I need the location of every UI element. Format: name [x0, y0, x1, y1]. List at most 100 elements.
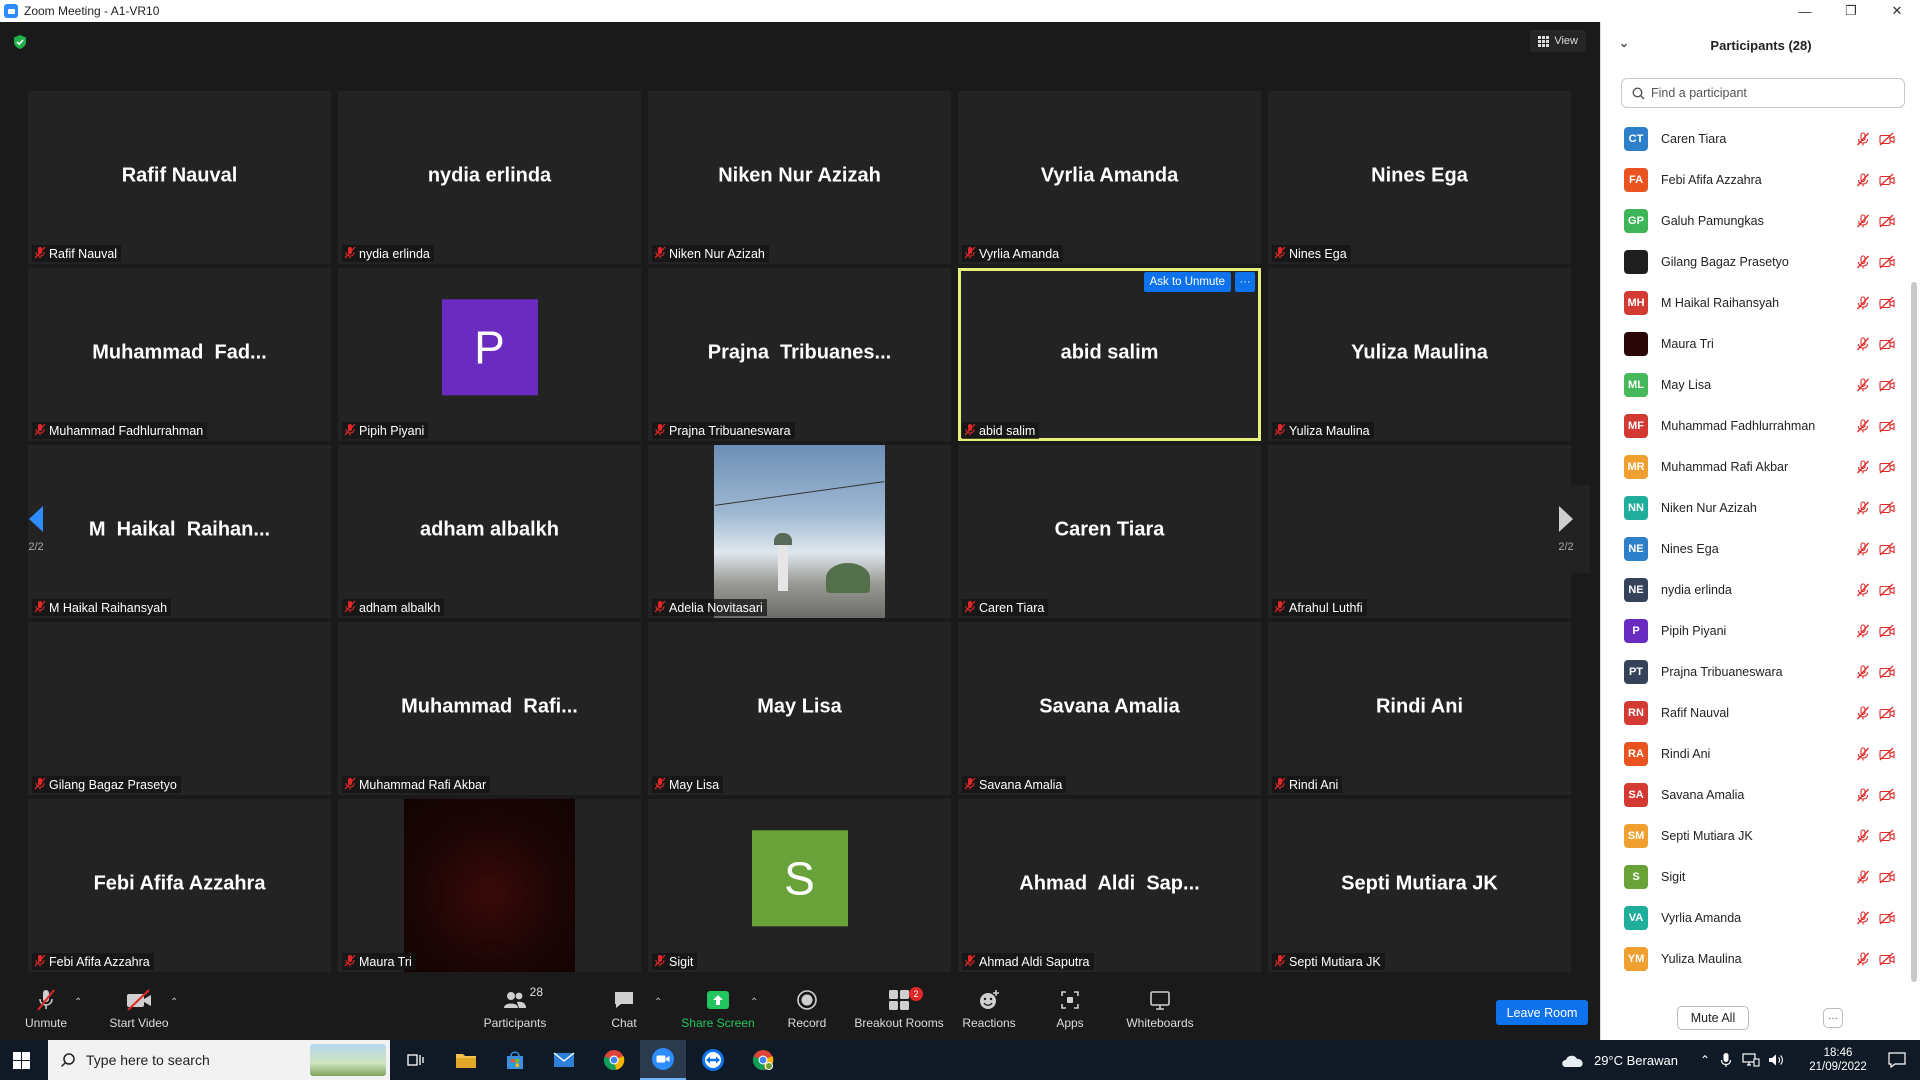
participant-row[interactable]: SA Savana Amalia: [1601, 774, 1909, 815]
ask-to-unmute-button[interactable]: Ask to Unmute: [1143, 272, 1231, 292]
participants-button[interactable]: 28 Participants: [478, 977, 552, 1040]
video-tile[interactable]: P Pipih Piyani: [338, 268, 641, 441]
more-options-button[interactable]: ···: [1823, 1008, 1843, 1028]
restore-button[interactable]: ❐: [1828, 0, 1874, 22]
record-button[interactable]: Record: [782, 977, 832, 1040]
task-view-icon[interactable]: [393, 1040, 439, 1080]
participant-row[interactable]: CT Caren Tiara: [1601, 118, 1909, 159]
participant-search[interactable]: [1621, 78, 1905, 108]
collapse-chevron-icon[interactable]: ⌄: [1619, 36, 1629, 50]
participants-scrollbar[interactable]: [1911, 282, 1917, 982]
video-tile[interactable]: Febi Afifa Azzahra Febi Afifa Azzahra: [28, 799, 331, 972]
search-input[interactable]: [1651, 86, 1891, 100]
participant-row[interactable]: P Pipih Piyani: [1601, 610, 1909, 651]
video-tile[interactable]: Niken Nur Azizah Niken Nur Azizah: [648, 91, 951, 264]
video-tile[interactable]: Rafif Nauval Rafif Nauval: [28, 91, 331, 264]
video-options-caret-icon[interactable]: ⌃: [170, 997, 178, 1008]
participant-row[interactable]: NE Nines Ega: [1601, 528, 1909, 569]
tray-chevron-icon[interactable]: ⌃: [1700, 1053, 1710, 1067]
muted-mic-icon: [34, 423, 46, 439]
participant-row[interactable]: VA Vyrlia Amanda: [1601, 897, 1909, 938]
muted-mic-icon: [344, 600, 356, 616]
video-tile[interactable]: Yuliza Maulina Yuliza Maulina: [1268, 268, 1571, 441]
participant-row[interactable]: SM Septi Mutiara JK: [1601, 815, 1909, 856]
weather-text[interactable]: 29°C Berawan: [1594, 1053, 1678, 1068]
participant-row[interactable]: RN Rafif Nauval: [1601, 692, 1909, 733]
apps-button[interactable]: Apps: [1050, 977, 1090, 1040]
video-tile[interactable]: M Haikal Raihan... M Haikal Raihansyah: [28, 445, 331, 618]
view-button[interactable]: View: [1530, 30, 1586, 52]
video-tile[interactable]: Caren Tiara Caren Tiara: [958, 445, 1261, 618]
chat-options-caret-icon[interactable]: ⌃: [654, 997, 662, 1008]
file-explorer-icon[interactable]: [443, 1040, 489, 1080]
participant-row[interactable]: ML May Lisa: [1601, 364, 1909, 405]
video-tile[interactable]: Gilang Bagaz Prasetyo: [28, 622, 331, 795]
muted-mic-icon: [1856, 869, 1870, 884]
teamviewer-icon[interactable]: [690, 1040, 736, 1080]
chat-button[interactable]: Chat: [602, 977, 646, 1040]
video-tile[interactable]: adham albalkh adham albalkh: [338, 445, 641, 618]
video-tile[interactable]: Septi Mutiara JK Septi Mutiara JK: [1268, 799, 1571, 972]
video-off-icon: [1879, 337, 1895, 351]
windows-start-icon[interactable]: [13, 1052, 30, 1069]
notifications-icon[interactable]: [1888, 1052, 1906, 1068]
muted-mic-icon: [1856, 131, 1870, 146]
video-tile[interactable]: Afrahul Luthfi: [1268, 445, 1571, 618]
previous-page-button[interactable]: 2/2: [12, 485, 60, 573]
share-options-caret-icon[interactable]: ⌃: [750, 997, 758, 1008]
participant-row[interactable]: MH M Haikal Raihansyah: [1601, 282, 1909, 323]
participant-row[interactable]: FA Febi Afifa Azzahra: [1601, 159, 1909, 200]
participant-row[interactable]: PT Prajna Tribuaneswara: [1601, 651, 1909, 692]
breakout-rooms-button[interactable]: 2 Breakout Rooms: [852, 977, 946, 1040]
tile-more-button[interactable]: ···: [1235, 272, 1255, 292]
share-screen-button[interactable]: Share Screen: [678, 977, 758, 1040]
video-tile[interactable]: Ahmad Aldi Sap... Ahmad Aldi Saputra: [958, 799, 1261, 972]
volume-icon[interactable]: [1768, 1053, 1784, 1067]
video-tile[interactable]: Rindi Ani Rindi Ani: [1268, 622, 1571, 795]
participant-row[interactable]: Maura Tri: [1601, 323, 1909, 364]
video-tile[interactable]: Muhammad Fad... Muhammad Fadhlurrahman: [28, 268, 331, 441]
video-tile[interactable]: Muhammad Rafi... Muhammad Rafi Akbar: [338, 622, 641, 795]
participant-row[interactable]: MF Muhammad Fadhlurrahman: [1601, 405, 1909, 446]
participant-row[interactable]: NN Niken Nur Azizah: [1601, 487, 1909, 528]
minimize-button[interactable]: —: [1782, 0, 1828, 22]
start-video-button[interactable]: Start Video: [104, 977, 174, 1040]
video-tile[interactable]: Nines Ega Nines Ega: [1268, 91, 1571, 264]
leave-room-button[interactable]: Leave Room: [1496, 1000, 1588, 1025]
video-tile[interactable]: Maura Tri: [338, 799, 641, 972]
unmute-button[interactable]: Unmute: [22, 977, 70, 1040]
zoom-icon[interactable]: [640, 1040, 686, 1080]
participant-row[interactable]: Gilang Bagaz Prasetyo: [1601, 241, 1909, 282]
participant-row[interactable]: S Sigit: [1601, 856, 1909, 897]
close-button[interactable]: ✕: [1874, 0, 1920, 22]
chrome-icon[interactable]: [591, 1040, 637, 1080]
video-tile[interactable]: Prajna Tribuanes... Prajna Tribuaneswara: [648, 268, 951, 441]
video-tile[interactable]: Vyrlia Amanda Vyrlia Amanda: [958, 91, 1261, 264]
video-tile[interactable]: abid salim abid salim Ask to Unmute ···: [958, 268, 1261, 441]
chrome-profile-icon[interactable]: [740, 1040, 786, 1080]
participant-row[interactable]: GP Galuh Pamungkas: [1601, 200, 1909, 241]
video-tile[interactable]: nydia erlinda nydia erlinda: [338, 91, 641, 264]
reactions-button[interactable]: Reactions: [960, 977, 1018, 1040]
video-tile[interactable]: Adelia Novitasari: [648, 445, 951, 618]
audio-options-caret-icon[interactable]: ⌃: [74, 997, 82, 1008]
mute-all-button[interactable]: Mute All: [1677, 1006, 1749, 1030]
video-tile[interactable]: May Lisa May Lisa: [648, 622, 951, 795]
whiteboards-button[interactable]: Whiteboards: [1118, 977, 1202, 1040]
next-page-button[interactable]: 2/2: [1542, 485, 1590, 573]
mail-icon[interactable]: [541, 1040, 587, 1080]
clock[interactable]: 18:46 21/09/2022: [1798, 1046, 1878, 1074]
muted-mic-icon: [344, 423, 356, 439]
participant-row[interactable]: NE nydia erlinda: [1601, 569, 1909, 610]
video-tile[interactable]: Savana Amalia Savana Amalia: [958, 622, 1261, 795]
microphone-icon[interactable]: [1720, 1052, 1732, 1068]
participant-row[interactable]: RA Rindi Ani: [1601, 733, 1909, 774]
record-icon: [793, 987, 821, 1013]
taskbar-search-box[interactable]: Type here to search: [48, 1040, 390, 1080]
video-tile[interactable]: S Sigit: [648, 799, 951, 972]
store-icon[interactable]: [492, 1040, 538, 1080]
participant-row[interactable]: MR Muhammad Rafi Akbar: [1601, 446, 1909, 487]
participant-row[interactable]: YM Yuliza Maulina: [1601, 938, 1909, 979]
encryption-shield-icon[interactable]: [12, 34, 28, 50]
network-icon[interactable]: [1742, 1053, 1760, 1067]
